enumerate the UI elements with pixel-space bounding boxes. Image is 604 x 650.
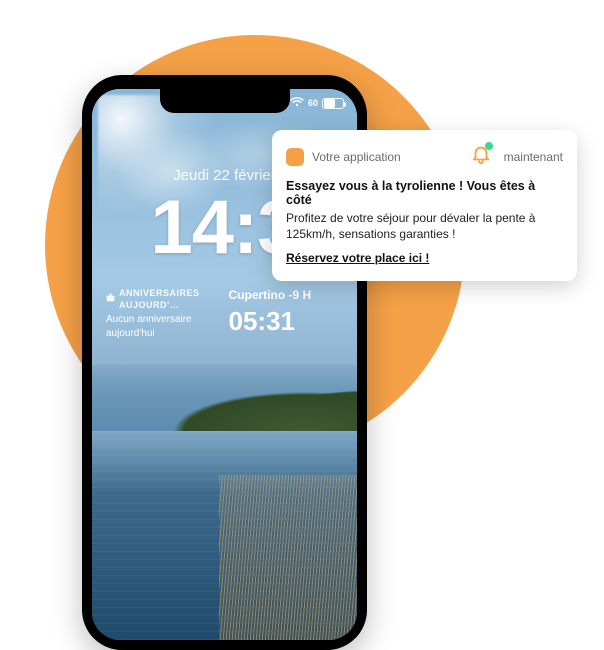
birthdays-widget-header: ANNIVERSAIRES AUJOURD'… bbox=[106, 287, 221, 311]
world-clock-offset: -9 H bbox=[289, 288, 312, 302]
push-notification-card[interactable]: Votre application maintenant Essayez vou… bbox=[272, 130, 577, 281]
wifi-icon bbox=[290, 94, 304, 112]
birthdays-widget-text: Aucun anniversaire aujourd'hui bbox=[106, 313, 221, 340]
battery-percent-text: 60 bbox=[308, 98, 318, 108]
birthdays-widget-title: ANNIVERSAIRES AUJOURD'… bbox=[119, 287, 221, 311]
notification-timestamp: maintenant bbox=[504, 150, 563, 164]
notification-title: Essayez vous à la tyrolienne ! Vous êtes… bbox=[286, 179, 563, 207]
battery-fill bbox=[324, 99, 335, 108]
notification-cta-link[interactable]: Réservez votre place ici ! bbox=[286, 251, 429, 265]
notification-badge-dot bbox=[485, 142, 493, 150]
world-clock-time: 05:31 bbox=[229, 304, 344, 339]
gift-icon bbox=[106, 293, 115, 305]
birthdays-widget[interactable]: ANNIVERSAIRES AUJOURD'… Aucun anniversai… bbox=[106, 287, 221, 340]
notification-body: Profitez de votre séjour pour dévaler la… bbox=[286, 210, 563, 242]
battery-icon bbox=[322, 98, 344, 109]
app-icon bbox=[286, 148, 304, 166]
bell-icon bbox=[470, 143, 492, 170]
phone-notch bbox=[160, 89, 290, 113]
world-clock-city: Cupertino bbox=[229, 288, 286, 302]
world-clock-widget[interactable]: Cupertino -9 H 05:31 bbox=[229, 287, 344, 340]
world-clock-city-line: Cupertino -9 H bbox=[229, 287, 344, 303]
notification-header: Votre application maintenant bbox=[286, 143, 563, 170]
lockscreen-widgets: ANNIVERSAIRES AUJOURD'… Aucun anniversai… bbox=[106, 287, 343, 340]
notification-app-name: Votre application bbox=[312, 150, 462, 164]
wallpaper-reeds bbox=[219, 475, 357, 640]
